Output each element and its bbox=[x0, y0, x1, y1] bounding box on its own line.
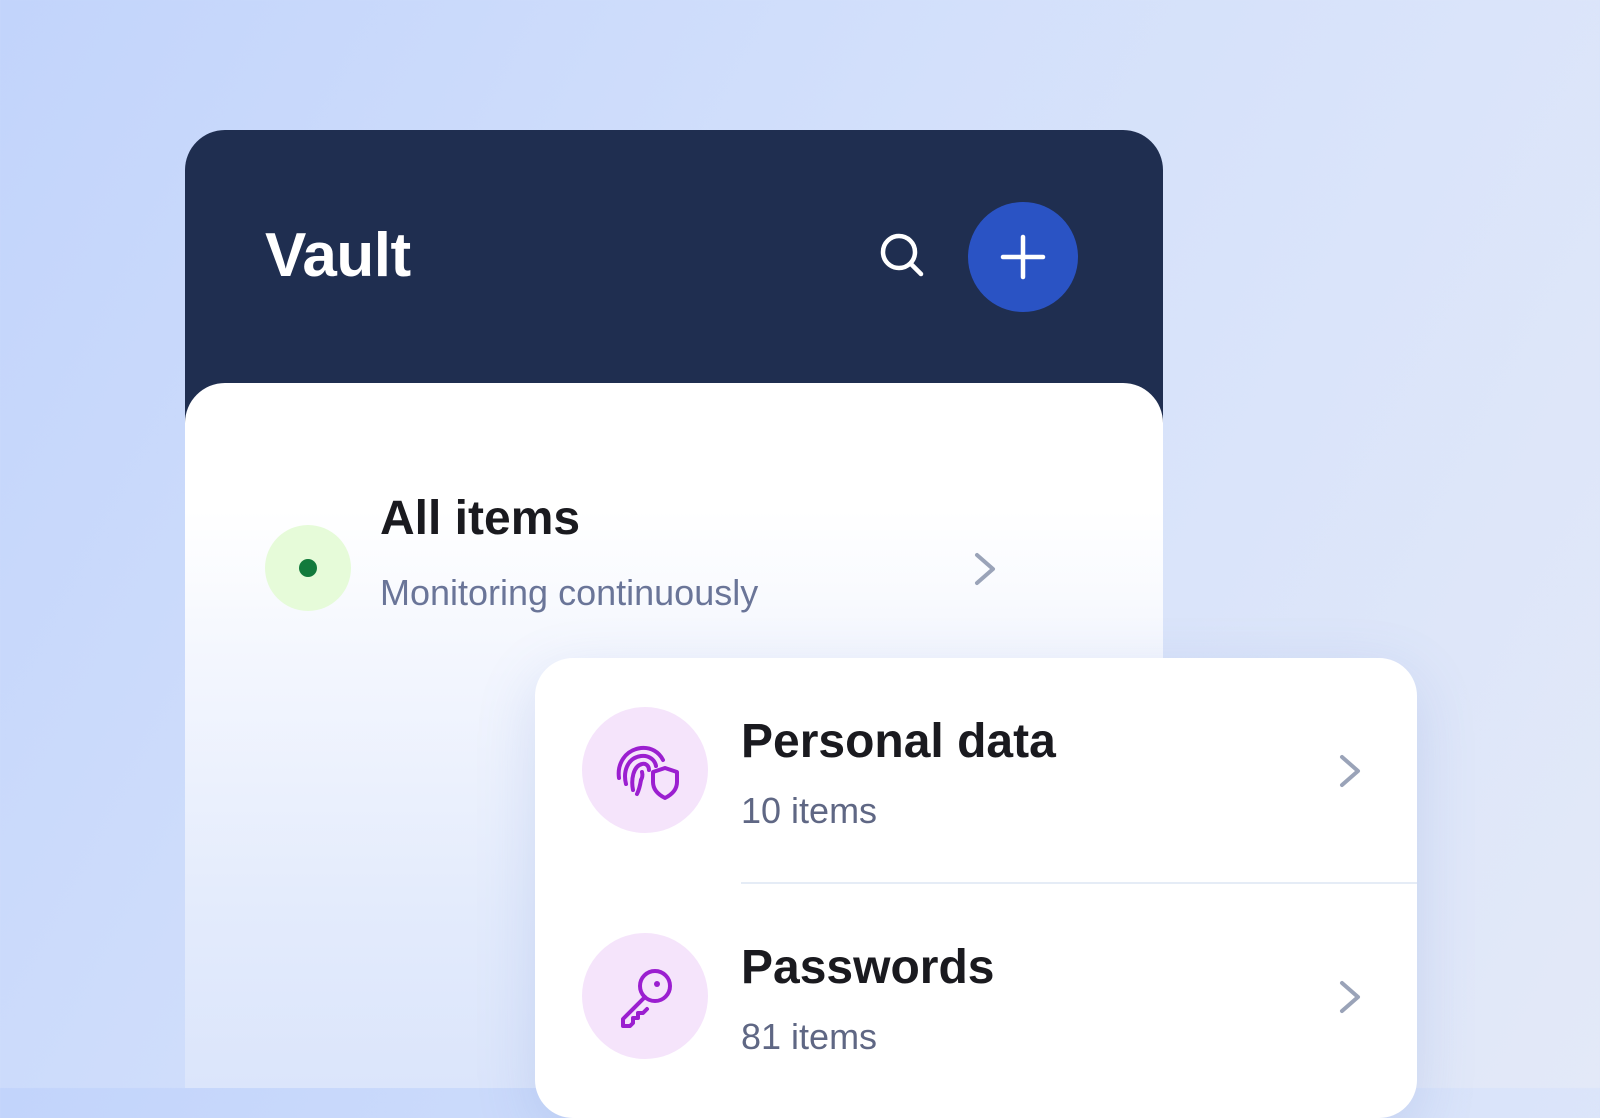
fingerprint-shield-icon bbox=[616, 745, 679, 800]
search-button[interactable] bbox=[871, 224, 935, 288]
category-icon-badge bbox=[582, 707, 708, 833]
chevron-right-icon bbox=[975, 553, 995, 585]
all-items-row[interactable]: All items Monitoring continuously bbox=[265, 433, 1025, 613]
category-count: 81 items bbox=[741, 1016, 878, 1057]
categories-card: Personal data 10 items Passwords 81 item… bbox=[535, 658, 1417, 1118]
category-title: Passwords bbox=[741, 941, 995, 994]
status-dot-icon bbox=[299, 559, 317, 577]
chevron-right-icon bbox=[1340, 981, 1360, 1013]
plus-icon bbox=[1000, 234, 1046, 280]
category-title: Personal data bbox=[741, 715, 1056, 768]
page-title: Vault bbox=[265, 221, 411, 290]
category-count: 10 items bbox=[741, 790, 878, 831]
add-item-button[interactable] bbox=[968, 202, 1078, 312]
search-icon bbox=[880, 233, 924, 277]
all-items-subtitle: Monitoring continuously bbox=[380, 572, 759, 613]
category-row-personal-data[interactable]: Personal data 10 items bbox=[535, 658, 1417, 884]
vault-header: Vault bbox=[185, 130, 1163, 388]
chevron-right-icon bbox=[1340, 755, 1360, 787]
category-row-passwords[interactable]: Passwords 81 items bbox=[535, 884, 1417, 1110]
all-items-title: All items bbox=[380, 492, 581, 545]
category-icon-badge bbox=[582, 933, 708, 1059]
status-indicator bbox=[265, 525, 351, 611]
key-icon bbox=[621, 969, 672, 1028]
